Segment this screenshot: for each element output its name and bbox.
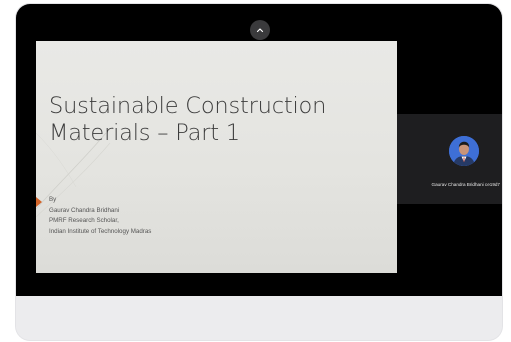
slide-title-line-1: Sustainable Construction xyxy=(49,93,327,119)
presenter-institution: Indian Institute of Technology Madras xyxy=(49,227,152,235)
by-label: By xyxy=(49,196,57,203)
participant-name: Gaurav Chandra Bridhani ce19d7 xyxy=(431,182,500,187)
slide-presenter-info: By Gaurav Chandra Bridhani PMRF Research… xyxy=(49,195,151,237)
slide-decoration-lines xyxy=(36,132,111,218)
user-avatar-photo xyxy=(449,136,479,166)
presenter-role: PMRF Research Scholar, xyxy=(49,217,119,224)
avatar xyxy=(449,136,479,166)
participant-video-tile[interactable]: Gaurav Chandra Bridhani ce19d7 xyxy=(397,114,502,204)
slide-title: Sustainable Construction Materials – Par… xyxy=(49,93,389,147)
slide-accent-marker xyxy=(36,197,42,207)
slide-title-line-2: Materials – Part 1 xyxy=(49,120,240,146)
meeting-card: Sustainable Construction Materials – Par… xyxy=(16,4,502,340)
chevron-up-icon[interactable] xyxy=(250,20,270,40)
bottom-panel xyxy=(16,296,502,340)
meeting-video-area: Sustainable Construction Materials – Par… xyxy=(16,4,502,296)
presenter-name: Gaurav Chandra Bridhani xyxy=(49,206,120,214)
shared-slide: Sustainable Construction Materials – Par… xyxy=(36,41,397,273)
